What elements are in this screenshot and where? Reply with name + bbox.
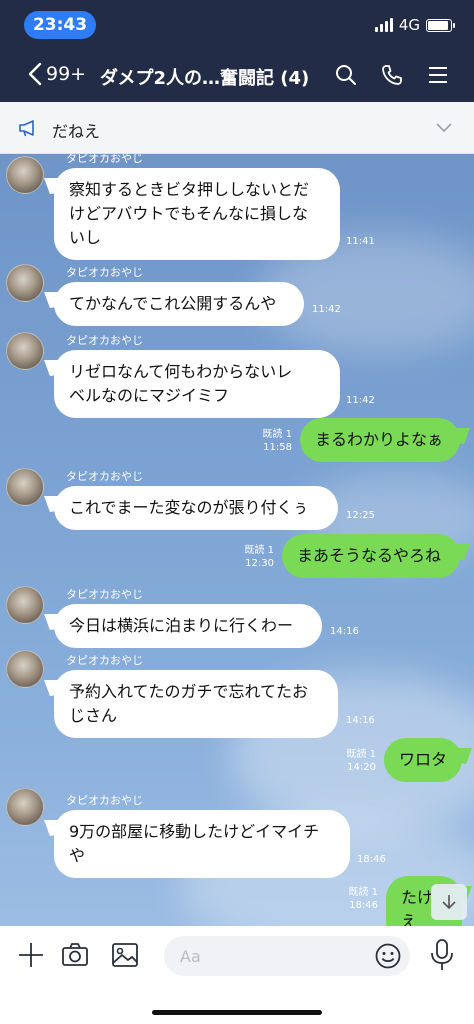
message-bubble[interactable]: リゼロなんて何もわからないレ ベルなのにマジイミフ [54,350,340,418]
sender-name: タピオカおやじ [66,154,143,165]
unread-count: 99+ [46,63,87,85]
message-bubble[interactable]: 9万の部屋に移動したけどイマイチ や [54,810,350,878]
message-time: 12:25 [346,510,375,521]
sender-name: タピオカおやじ [66,654,143,667]
chat-header: 99+ ダメプ2人の…奮闘記 (4) [0,50,474,102]
message-time: 18:46 [349,900,378,911]
message-line: 予約入れてたのガチで忘れてたお [69,682,309,701]
message-read-meta: 既読 1 11:58 [248,428,292,454]
message-time: 11:41 [346,236,375,247]
sender-name: タピオカおやじ [66,334,143,347]
arrow-down-icon [442,895,456,910]
menu-icon[interactable] [426,63,450,87]
camera-icon[interactable] [60,940,90,970]
sender-avatar[interactable] [6,650,44,688]
message-line: まるわかりよなぁ [315,430,444,449]
message-bubble[interactable]: てかなんでこれ公開するんや [54,282,304,326]
message-time: 14:20 [347,762,376,773]
sender-name: タピオカおやじ [66,470,143,483]
message-read-meta: 既読 1 12:30 [230,544,274,570]
back-button[interactable]: 99+ [28,62,86,86]
message-time: 14:16 [330,626,359,637]
status-time[interactable]: 23:43 [24,11,96,39]
signal-icon [374,18,393,32]
sender-avatar[interactable] [6,332,44,370]
message-bubble[interactable]: 今日は横浜に泊まりに行くわー [54,604,322,648]
status-bar: 23:43 4G [0,0,474,50]
message-time: 14:16 [346,715,375,726]
sender-name: タピオカおやじ [66,794,143,807]
message-line: ワロタ [399,750,448,769]
message-time: 18:46 [357,854,386,865]
announcement-bar[interactable]: だねえ [0,102,474,154]
read-receipt: 既読 1 [348,887,378,898]
sender-avatar[interactable] [6,586,44,624]
message-read-meta: 既読 1 14:20 [332,748,376,774]
battery-icon [426,18,455,32]
message-line: ベルなのにマジイミフ [69,386,230,405]
sender-name: タピオカおやじ [66,588,143,601]
phone-icon[interactable] [380,63,404,87]
message-bubble[interactable]: ワロタ [384,738,462,782]
sender-avatar[interactable] [6,156,44,194]
message-line: リゼロなんて何もわからないレ [69,362,293,381]
read-receipt: 既読 1 [262,429,292,440]
message-line: 察知するときビタ押ししないとだ [69,180,310,199]
image-icon[interactable] [110,940,140,970]
message-bubble[interactable]: 予約入れてたのガチで忘れてたお じさん [54,670,338,738]
scroll-to-bottom-button[interactable] [431,884,467,920]
chat-title: ダメプ2人の…奮闘記 (4) [100,68,310,89]
message-bubble[interactable]: まあそうなるやろね [282,534,460,578]
sender-avatar[interactable] [6,788,44,826]
message-time: 11:42 [346,395,375,406]
message-line: や [69,846,86,865]
message-bubble[interactable]: まるわかりよなぁ [300,418,460,462]
message-line: これでまーた変なのが張り付くぅ [69,498,309,517]
chat-area[interactable]: タピオカおやじ 察知するときビタ押ししないとだ けどアバウトでもそんなに損しな … [0,154,474,926]
mic-icon[interactable] [428,938,456,972]
message-line: じさん [69,706,118,725]
message-line: てかなんでこれ公開するんや [69,294,277,313]
message-line: 9万の部屋に移動したけどイマイチ [69,822,320,841]
message-read-meta: 既読 1 18:46 [334,886,378,912]
megaphone-icon [19,120,34,137]
read-receipt: 既読 1 [244,545,274,556]
message-line: まあそうなるやろね [297,546,442,565]
message-time: 12:30 [245,558,274,569]
message-time: 11:42 [312,304,341,315]
sender-avatar[interactable] [6,468,44,506]
announcement-text: だねえ [52,122,101,141]
chevron-left-icon [28,62,42,86]
plus-icon[interactable] [16,940,46,970]
message-line: けどアバウトでもそんなに損しな [69,204,309,223]
message-line: 今日は横浜に泊まりに行くわー [69,616,294,635]
search-icon[interactable] [334,63,358,87]
sender-avatar[interactable] [6,264,44,302]
home-indicator[interactable] [152,1010,322,1015]
read-receipt: 既読 1 [346,749,376,760]
message-bubble[interactable]: 察知するときビタ押ししないとだ けどアバウトでもそんなに損しな いし [54,168,340,260]
status-indicators: 4G [374,16,455,34]
message-bubble[interactable]: これでまーた変なのが張り付くぅ [54,486,338,530]
emoji-icon[interactable] [374,942,402,970]
chevron-down-icon[interactable] [436,120,452,136]
message-line: いし [69,228,102,247]
network-label: 4G [398,16,420,34]
sender-name: タピオカおやじ [66,266,143,279]
message-time: 11:58 [263,442,292,453]
